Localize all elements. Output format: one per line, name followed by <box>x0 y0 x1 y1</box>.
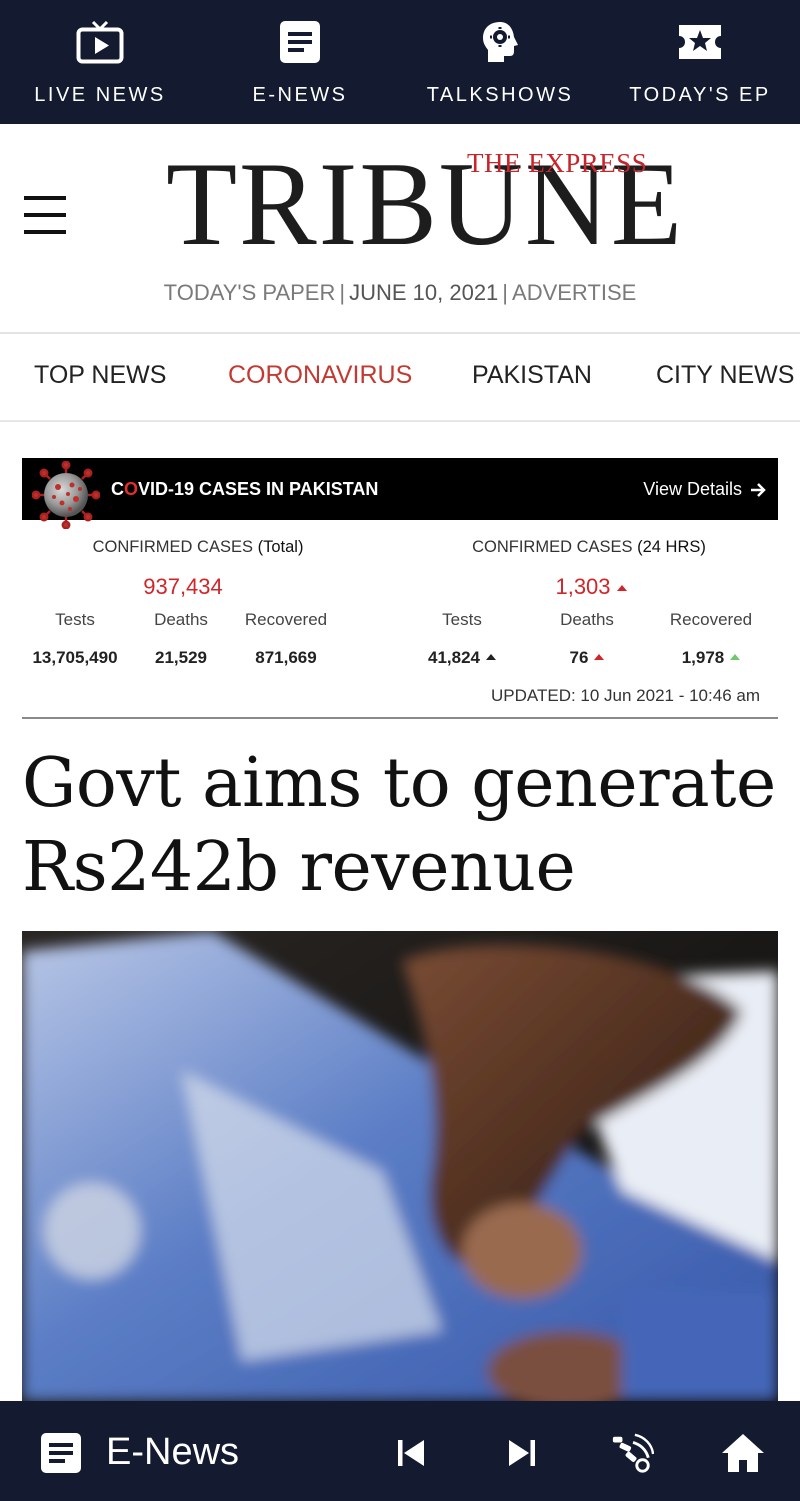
top-nav-label: LIVE NEWS <box>34 84 166 106</box>
daily-deaths-value: 76 <box>569 648 589 667</box>
daily-confirmed-value: 1,303 <box>555 574 611 599</box>
category-pakistan[interactable]: PAKISTAN <box>472 361 592 390</box>
document-icon <box>276 20 324 64</box>
virus-icon <box>31 460 101 530</box>
covid-title-c: C <box>111 479 124 499</box>
speech-toggle-icon[interactable] <box>610 1431 654 1475</box>
daily-tests-label: Tests <box>442 610 482 629</box>
top-nav-label: TODAY'S EP <box>629 84 771 106</box>
category-city-news[interactable]: CITY NEWS <box>656 361 794 390</box>
head-gear-icon <box>476 20 524 64</box>
article-headline[interactable]: Govt aims to generate Rs242b revenue <box>22 742 782 910</box>
category-top-news[interactable]: TOP NEWS <box>34 361 166 390</box>
daily-recovered-value: 1,978 <box>681 648 725 667</box>
todays-paper-link[interactable]: TODAY'S PAPER <box>164 280 336 305</box>
top-nav-live-news[interactable]: LIVE NEWS <box>0 0 200 124</box>
total-cases-block: CONFIRMED CASES (Total) 937,434 <box>85 538 311 600</box>
top-nav-label: TALKSHOWS <box>426 84 574 106</box>
daily-deaths: 76 <box>522 648 652 668</box>
top-nav-e-news[interactable]: E-NEWS <box>200 0 400 124</box>
covid-title-o: O <box>124 479 139 499</box>
total-cases-heading: CONFIRMED CASES (Total) <box>85 538 311 557</box>
daily-cases-block: CONFIRMED CASES (24 HRS) 1,303 <box>464 538 714 600</box>
daily-recovered: 1,978 <box>646 648 776 668</box>
category-nav: TOP NEWS CORONAVIRUS PAKISTAN CITY NEWS <box>0 334 800 422</box>
covid-banner: COVID-19 CASES IN PAKISTAN View Details <box>22 458 778 530</box>
paper-line: TODAY'S PAPER | JUNE 10, 2021 | ADVERTISE <box>0 280 800 306</box>
top-nav-talkshows[interactable]: TALKSHOWS <box>400 0 600 124</box>
article-hero-image[interactable] <box>22 931 778 1401</box>
updated-timestamp: UPDATED: 10 Jun 2021 - 10:46 am <box>491 686 760 705</box>
total-tests-label: Tests <box>55 610 95 629</box>
up-arrow-icon <box>486 654 496 660</box>
top-nav-label: E-NEWS <box>252 84 348 106</box>
total-recovered-label: Recovered <box>244 610 328 629</box>
daily-recovered-label: Recovered <box>669 610 753 629</box>
bottom-e-news-button[interactable]: E-News <box>40 1431 239 1474</box>
covid-title-rest: VID-19 CASES IN PAKISTAN <box>138 479 379 499</box>
daily-cases-heading: CONFIRMED CASES (24 HRS) <box>464 538 714 557</box>
skip-next-icon[interactable] <box>500 1431 544 1475</box>
up-arrow-icon <box>616 585 627 591</box>
logo-top[interactable]: THE EXPRESS <box>467 148 647 179</box>
separator: | <box>339 280 346 305</box>
total-deaths-label: Deaths <box>154 610 208 629</box>
daily-tests: 41,824 <box>397 648 527 668</box>
arrow-right-icon <box>751 482 766 497</box>
covid-title: COVID-19 CASES IN PAKISTAN <box>111 479 378 500</box>
total-heading-text: CONFIRMED CASES <box>92 538 253 556</box>
view-details-label: View Details <box>643 479 742 499</box>
bottom-e-news-label: E-News <box>106 1431 240 1473</box>
separator: | <box>502 280 509 305</box>
category-coronavirus[interactable]: CORONAVIRUS <box>228 361 412 390</box>
masthead: TRIBUNE THE EXPRESS TODAY'S PAPER | JUNE 1… <box>0 124 800 334</box>
hamburger-menu-icon[interactable] <box>24 196 66 234</box>
total-confirmed-value: 937,434 <box>143 574 223 599</box>
up-arrow-icon <box>594 654 605 660</box>
daily-tests-value: 41,824 <box>428 648 480 667</box>
divider <box>22 717 778 719</box>
up-arrow-icon <box>730 654 741 660</box>
paper-date: JUNE 10, 2021 <box>349 280 499 305</box>
tv-icon <box>76 20 124 64</box>
view-details-link[interactable]: View Details <box>643 479 766 500</box>
daily-deaths-label: Deaths <box>560 610 614 629</box>
skip-previous-icon[interactable] <box>389 1431 433 1475</box>
advertise-link[interactable]: ADVERTISE <box>512 280 636 305</box>
total-heading-sub: (Total) <box>257 538 304 556</box>
total-recovered-value: 871,669 <box>255 648 317 667</box>
bottom-bar: E-News <box>0 1401 800 1501</box>
daily-heading-text: CONFIRMED CASES <box>472 538 633 556</box>
ticket-star-icon <box>676 20 724 64</box>
top-nav-bar: LIVE NEWS E-NEWS TALKSHOWS TODAY'S EP <box>0 0 800 124</box>
daily-heading-sub: (24 HRS) <box>637 538 706 556</box>
top-nav-todays-ep[interactable]: TODAY'S EP <box>600 0 800 124</box>
home-icon[interactable] <box>721 1431 765 1475</box>
document-icon <box>41 1432 81 1473</box>
daily-confirmed: 1,303 <box>468 574 714 600</box>
